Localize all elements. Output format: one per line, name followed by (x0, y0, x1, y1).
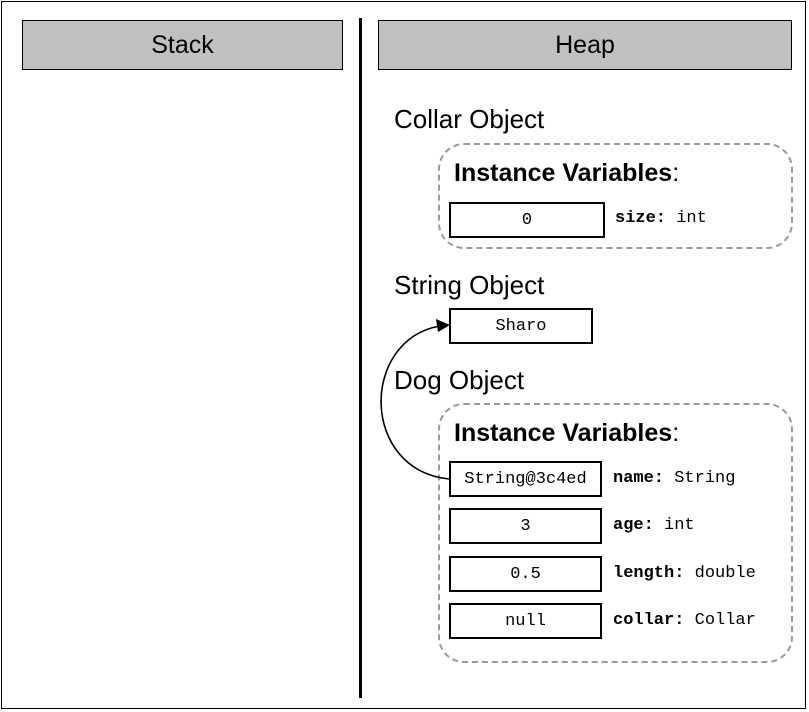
name-reference-arrow (380, 325, 450, 480)
reference-arrow-layer (380, 319, 450, 480)
name-reference-arrowhead (436, 319, 450, 332)
